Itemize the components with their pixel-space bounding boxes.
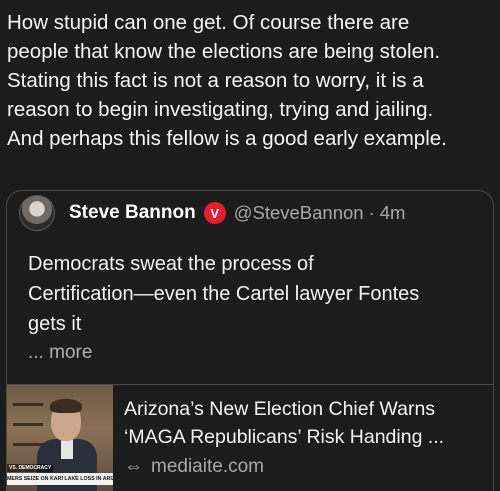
link-icon: ⇔ bbox=[124, 456, 143, 477]
quoted-post-body: Democrats sweat the process of Certifica… bbox=[28, 249, 488, 339]
quoted-post-header: Steve Bannon V @SteveBannon · 4m bbox=[19, 195, 406, 231]
avatar[interactable] bbox=[19, 195, 55, 231]
post-text-line: Stating this fact is not a reason to wor… bbox=[7, 69, 424, 92]
person-collar bbox=[61, 439, 73, 459]
link-title-line: Arizona’s New Election Chief Warns bbox=[124, 398, 436, 420]
quoted-post-line: Certification—even the Cartel lawyer Fon… bbox=[28, 283, 420, 305]
link-domain: mediaite.com bbox=[151, 456, 264, 477]
link-thumbnail[interactable]: VS. DEMOCRACY MERS SEIZE ON KARI LAKE LO… bbox=[7, 385, 113, 491]
link-title-line: ‘MAGA Republicans’ Risk Handing ... bbox=[124, 426, 445, 448]
author-handle[interactable]: @SteveBannon bbox=[234, 202, 364, 224]
link-preview-card[interactable]: VS. DEMOCRACY MERS SEIZE ON KARI LAKE LO… bbox=[7, 385, 493, 491]
post-text: How stupid can one get. Of course there … bbox=[7, 8, 497, 153]
shelf bbox=[13, 443, 43, 446]
post-text-line: reason to begin investigating, trying an… bbox=[7, 98, 434, 121]
shelf bbox=[13, 423, 43, 426]
chyron-tag: VS. DEMOCRACY bbox=[7, 464, 54, 472]
post: How stupid can one get. Of course there … bbox=[0, 0, 500, 491]
author-name[interactable]: Steve Bannon bbox=[69, 202, 196, 224]
verified-badge-icon: V bbox=[203, 202, 226, 224]
quoted-post-line: gets it bbox=[28, 313, 82, 335]
post-text-line: And perhaps this fellow is a good early … bbox=[7, 127, 447, 150]
quoted-post-line: Democrats sweat the process of bbox=[28, 253, 314, 275]
more-button[interactable]: ... more bbox=[28, 342, 92, 364]
shelf bbox=[13, 403, 43, 406]
link-domain-row[interactable]: ⇔ mediaite.com bbox=[124, 456, 264, 478]
separator-dot: · bbox=[368, 202, 375, 223]
post-text-line: people that know the elections are being… bbox=[7, 40, 441, 63]
person-hair bbox=[50, 399, 82, 413]
chyron-text: MERS SEIZE ON KARI LAKE LOSS IN ARIZONA bbox=[7, 473, 113, 485]
post-age: 4m bbox=[379, 202, 406, 223]
quoted-post-card[interactable]: Steve Bannon V @SteveBannon · 4m Democra… bbox=[6, 190, 494, 491]
post-text-line: How stupid can one get. Of course there … bbox=[7, 11, 410, 34]
link-title[interactable]: Arizona’s New Election Chief Warns ‘MAGA… bbox=[124, 395, 490, 451]
